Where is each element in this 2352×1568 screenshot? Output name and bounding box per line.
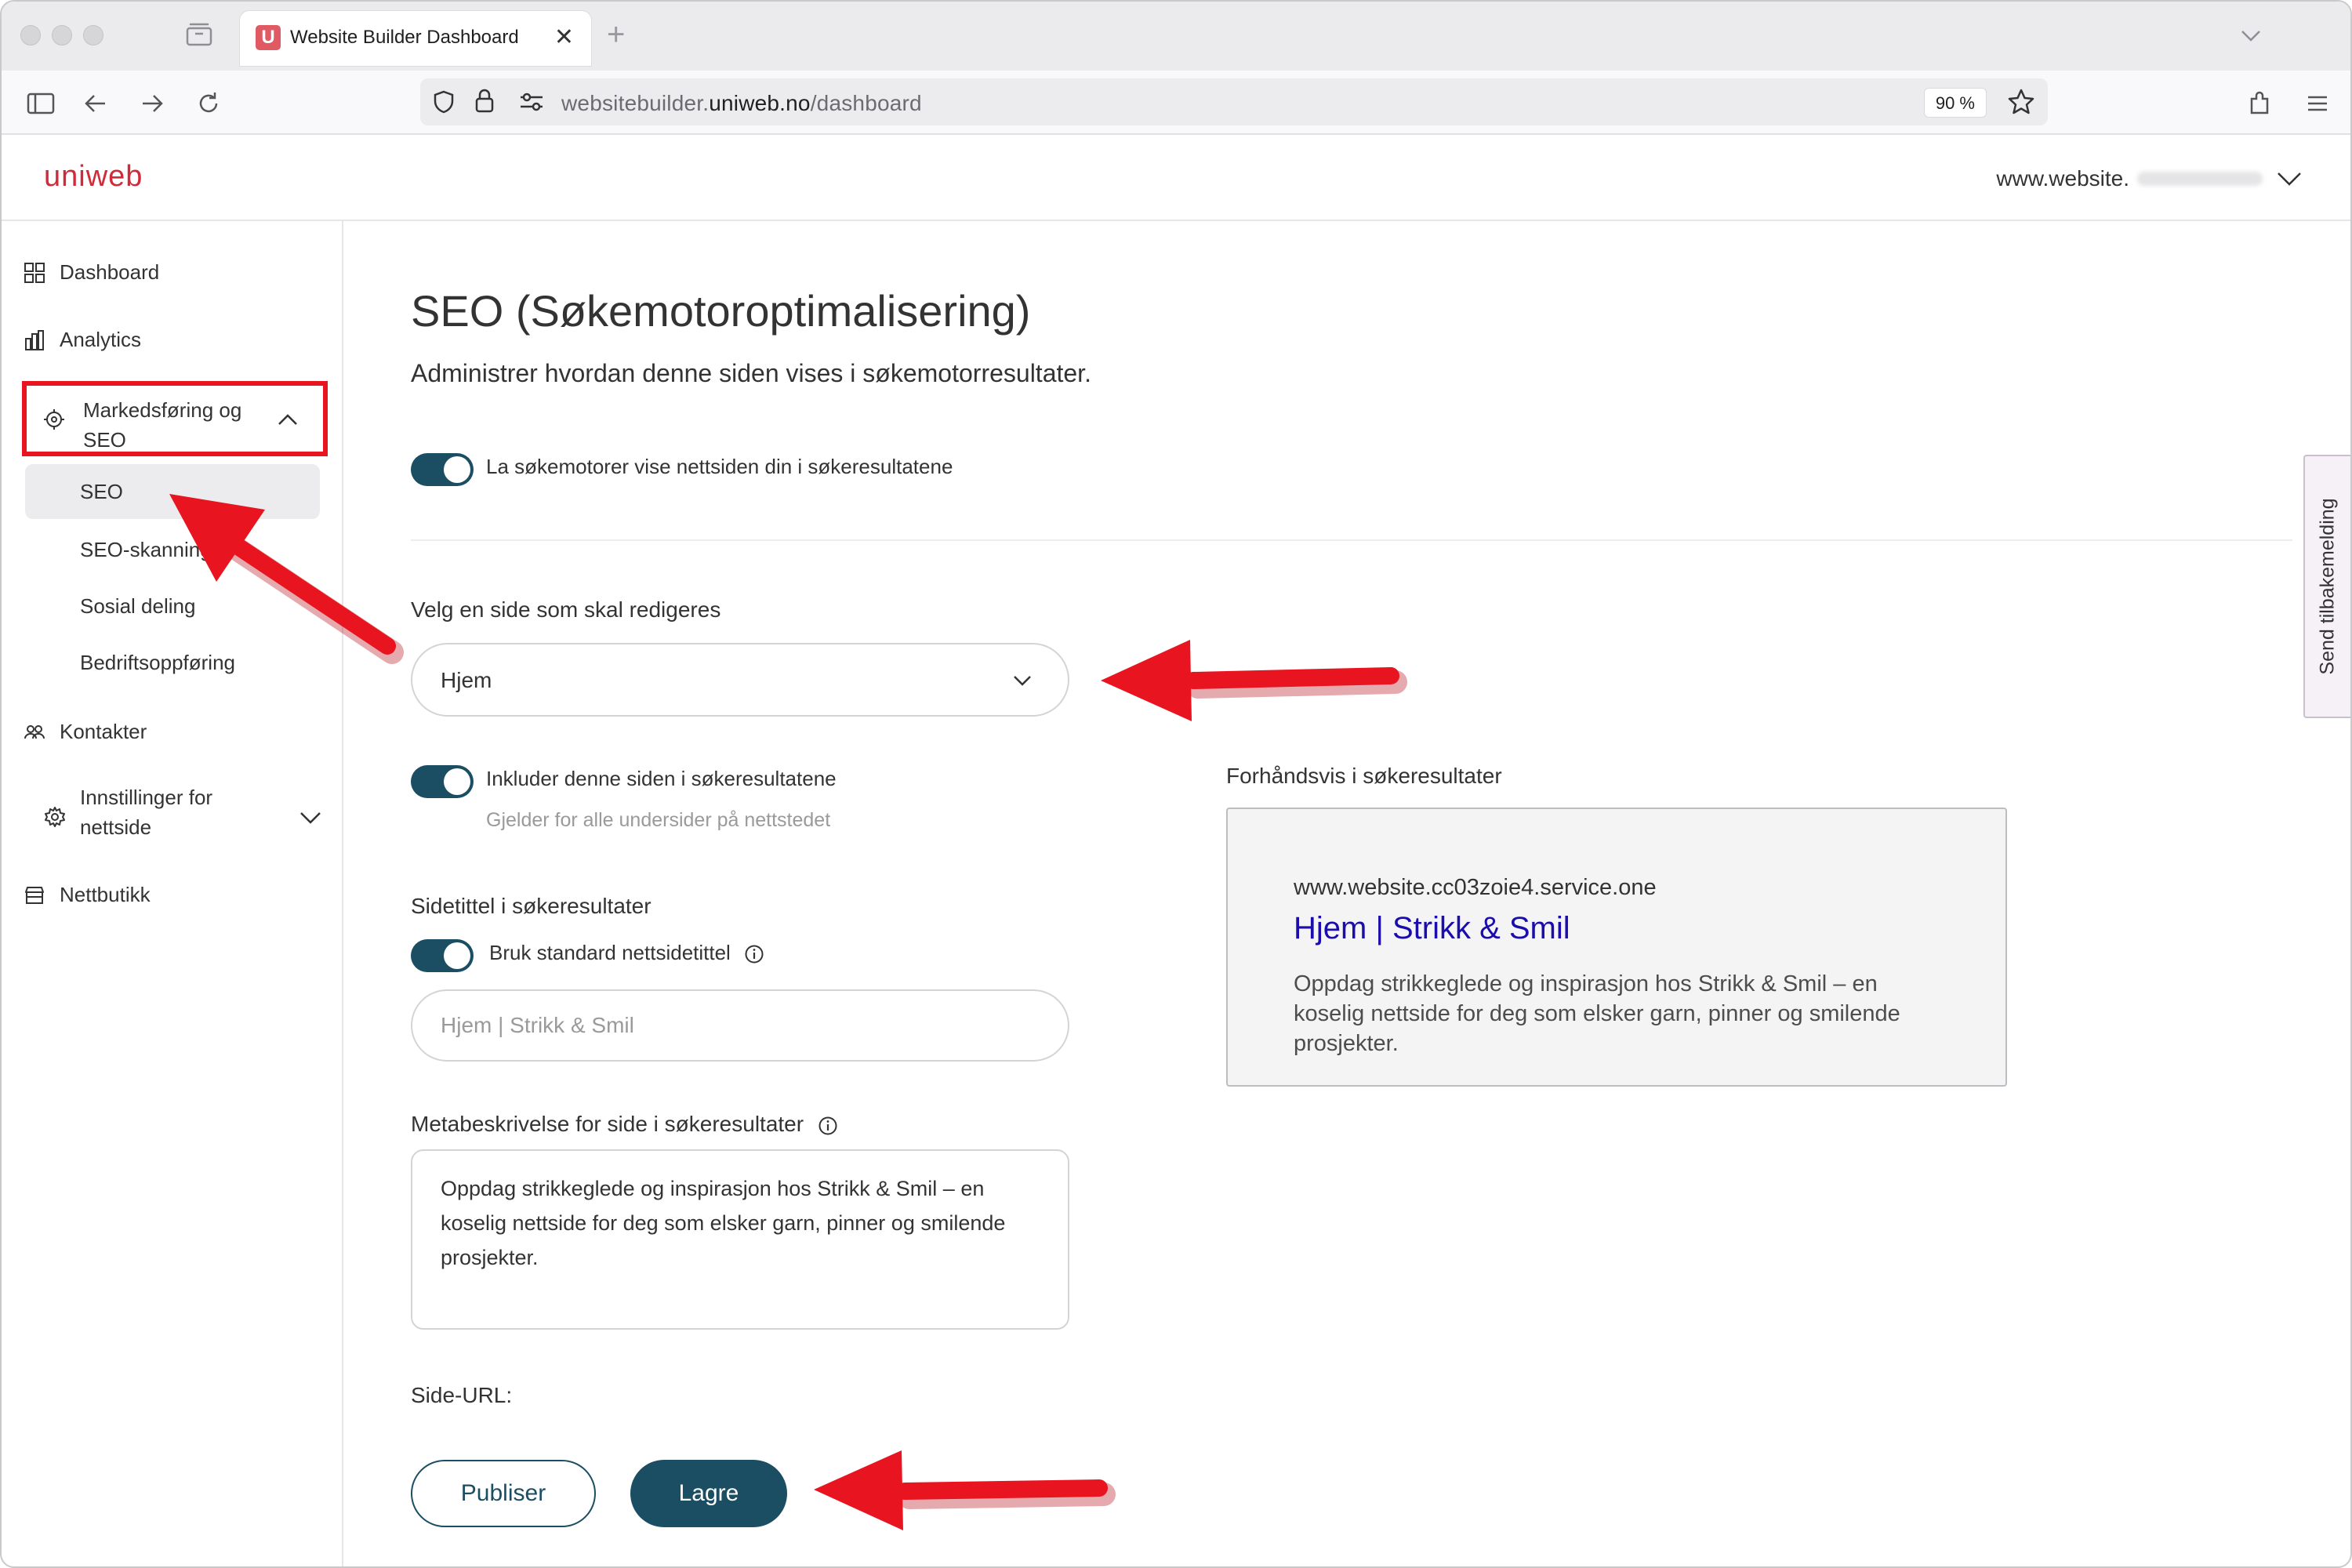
sidebar-item-shop[interactable]: Nettbutikk xyxy=(24,883,151,907)
meta-description-textarea[interactable]: Oppdag strikkeglede og inspirasjon hos S… xyxy=(411,1149,1069,1330)
sidebar-item-label: Dashboard xyxy=(60,260,160,284)
send-feedback-tab[interactable]: Send tilbakemelding xyxy=(2303,455,2350,718)
meta-description-label: Metabeskrivelse for side i søkeresultate… xyxy=(411,1112,838,1137)
browser-window: U Website Builder Dashboard ✕ + websiteb… xyxy=(0,0,2352,1568)
page-title-label: Sidetittel i søkeresultater xyxy=(411,894,652,918)
menu-icon[interactable] xyxy=(2302,88,2333,119)
divider xyxy=(411,539,2292,541)
close-window-button[interactable] xyxy=(20,25,41,45)
tab-overview-icon[interactable] xyxy=(185,22,213,47)
info-icon[interactable] xyxy=(744,944,764,964)
app-header: uniweb www.website. xyxy=(2,135,2350,221)
dashboard-grid-icon xyxy=(24,262,45,283)
include-page-label: Inkluder denne siden i søkeresultatene xyxy=(486,767,837,790)
meta-description-label-text: Metabeskrivelse for side i søkeresultate… xyxy=(411,1112,804,1136)
sidebar-item-label: Innstillinger for nettside xyxy=(80,786,213,839)
seo-settings-panel: SEO (Søkemotoroptimalisering) Administre… xyxy=(345,223,2321,1566)
sidebar-toggle-icon[interactable] xyxy=(25,88,56,119)
reload-icon[interactable] xyxy=(193,88,224,119)
tab-title: Website Builder Dashboard xyxy=(290,27,519,48)
info-icon[interactable] xyxy=(818,1116,838,1136)
sidebar-subitem-social[interactable]: Sosial deling xyxy=(80,594,195,619)
sidebar-item-dashboard[interactable]: Dashboard xyxy=(24,260,159,285)
chevron-down-icon xyxy=(2278,172,2301,186)
sidebar-subitem-seo[interactable]: SEO xyxy=(80,480,123,504)
page-url-label: Side-URL: xyxy=(411,1383,513,1407)
site-selector-label: www.website. xyxy=(1996,166,2129,191)
page-title-input[interactable] xyxy=(411,989,1069,1062)
storefront-icon xyxy=(25,886,44,904)
close-tab-icon[interactable]: ✕ xyxy=(554,24,574,51)
site-selector[interactable]: www.website. xyxy=(1996,166,2303,191)
preview-description: Oppdag strikkeglede og inspirasjon hos S… xyxy=(1294,971,1900,1056)
sidebar-subitem-business[interactable]: Bedriftsoppføring xyxy=(80,651,235,675)
chevron-down-icon xyxy=(1014,676,1031,686)
sidebar-subitem-seo-scan[interactable]: SEO-skanning xyxy=(80,538,212,562)
minimize-window-button[interactable] xyxy=(52,25,72,45)
zoom-level-badge[interactable]: 90 % xyxy=(1923,88,1987,118)
allow-indexing-toggle[interactable] xyxy=(411,453,474,486)
gear-icon xyxy=(45,807,65,827)
sidebar-item-label: Analytics xyxy=(60,328,142,351)
uniweb-favicon: U xyxy=(256,25,281,50)
maximize-window-button[interactable] xyxy=(83,25,103,45)
sidebar-item-site-settings[interactable]: Innstillinger for nettside xyxy=(24,782,321,853)
blurred-domain xyxy=(2137,172,2263,186)
preview-title: Hjem | Strikk & Smil xyxy=(1294,911,1570,946)
sidebar-subitem-seo-active[interactable] xyxy=(25,464,320,519)
chevron-up-icon xyxy=(278,414,297,425)
browser-tab[interactable]: U Website Builder Dashboard ✕ xyxy=(240,11,591,66)
shield-icon[interactable] xyxy=(431,89,456,114)
forward-arrow-icon[interactable] xyxy=(136,88,168,119)
search-preview-card: www.website.cc03zoie4.service.one Hjem |… xyxy=(1226,808,2007,1087)
save-button[interactable]: Lagre xyxy=(630,1460,787,1527)
tab-strip: U Website Builder Dashboard ✕ + xyxy=(2,2,2350,71)
new-tab-icon[interactable]: + xyxy=(607,17,625,53)
publish-button[interactable]: Publiser xyxy=(411,1460,596,1527)
chevron-down-icon[interactable] xyxy=(2238,22,2264,49)
site-settings-icon[interactable] xyxy=(519,91,544,113)
sidebar-item-label: Nettbutikk xyxy=(60,883,151,906)
chevron-down-icon xyxy=(300,812,321,824)
sidebar-item-label: Markedsføring og SEO xyxy=(83,398,242,452)
uniweb-logo[interactable]: uniweb xyxy=(44,160,143,194)
address-bar[interactable]: websitebuilder.uniweb.no/dashboard 90 % xyxy=(420,78,2048,125)
use-default-title-toggle[interactable] xyxy=(411,939,474,972)
bookmark-star-icon[interactable] xyxy=(2007,88,2035,116)
allow-indexing-label: La søkemotorer vise nettsiden din i søke… xyxy=(486,455,953,478)
page-select-value: Hjem xyxy=(441,668,492,692)
page-subtitle: Administrer hvordan denne siden vises i … xyxy=(411,359,1091,387)
use-default-title-text: Bruk standard nettsidetittel xyxy=(489,941,731,964)
target-icon xyxy=(44,409,64,430)
browser-toolbar: websitebuilder.uniweb.no/dashboard 90 % xyxy=(2,71,2350,135)
send-feedback-label: Send tilbakemelding xyxy=(2316,498,2339,675)
lock-icon[interactable] xyxy=(474,88,495,114)
sidebar-item-label: Kontakter xyxy=(60,720,147,743)
users-icon xyxy=(24,724,45,739)
page-title: SEO (Søkemotoroptimalisering) xyxy=(411,286,1031,336)
page-select-label: Velg en side som skal redigeres xyxy=(411,597,721,622)
include-page-hint: Gjelder for alle undersider på nettstede… xyxy=(486,809,831,831)
preview-url: www.website.cc03zoie4.service.one xyxy=(1294,875,1657,900)
sidebar-item-contacts[interactable]: Kontakter xyxy=(24,720,147,744)
extensions-icon[interactable] xyxy=(2244,88,2275,119)
include-page-toggle[interactable] xyxy=(411,765,474,798)
sidebar: Dashboard Analytics Markedsføring og SEO… xyxy=(2,221,343,1566)
sidebar-item-marketing-seo[interactable]: Markedsføring og SEO xyxy=(22,381,328,456)
page-select-dropdown[interactable]: Hjem xyxy=(411,643,1069,717)
back-arrow-icon[interactable] xyxy=(80,88,111,119)
url-text[interactable]: websitebuilder.uniweb.no/dashboard xyxy=(561,91,922,116)
bar-chart-icon xyxy=(25,329,44,350)
use-default-title-label: Bruk standard nettsidetittel xyxy=(489,941,764,965)
preview-label: Forhåndsvis i søkeresultater xyxy=(1226,764,1502,788)
sidebar-item-analytics[interactable]: Analytics xyxy=(24,328,141,352)
